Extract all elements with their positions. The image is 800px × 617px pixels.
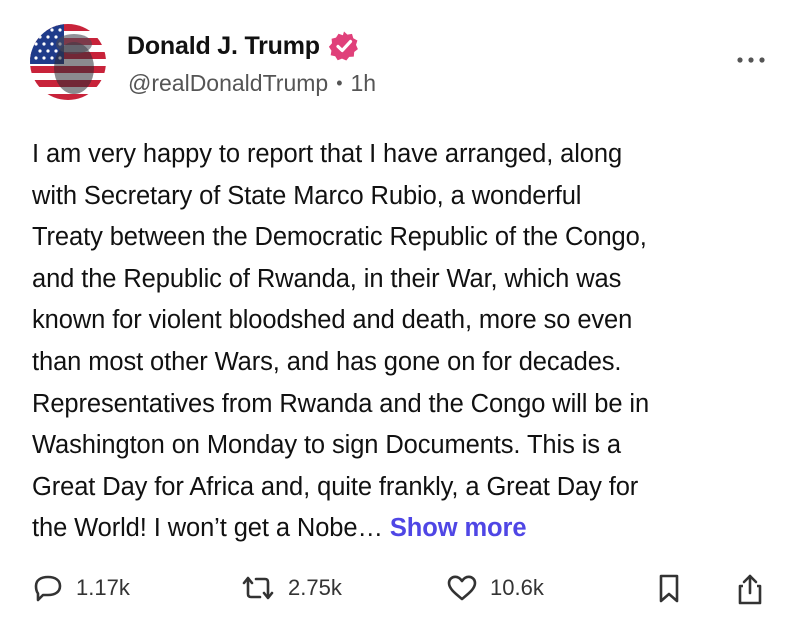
repost-icon: [242, 576, 274, 600]
post-body-line: and the Republic of Rwanda, in their War…: [32, 264, 622, 293]
author-handle-row: @realDonaldTrump • 1h: [128, 70, 376, 97]
separator-dot: •: [336, 73, 343, 93]
avatar-image: [30, 24, 106, 100]
reply-button[interactable]: 1.17k: [32, 572, 130, 604]
author-name-row: Donald J. Trump: [127, 30, 360, 62]
post-body-last-line: the World! I won’t get a Nobe… Show more: [32, 508, 772, 550]
avatar[interactable]: [30, 24, 106, 100]
post-body-line: with Secretary of State Marco Rubio, a w…: [32, 181, 582, 210]
show-more-link[interactable]: Show more: [390, 514, 527, 542]
bookmark-button[interactable]: [655, 572, 683, 606]
more-options-icon: [737, 57, 765, 63]
like-icon: [447, 575, 477, 601]
post-body-line: than most other Wars, and has gone on fo…: [32, 347, 622, 376]
repost-button[interactable]: 2.75k: [240, 572, 342, 604]
reply-icon: [34, 575, 62, 602]
post-body-line: the World! I won’t get a Nobe…: [32, 514, 383, 543]
post-body-line: Washington on Monday to sign Documents. …: [32, 431, 621, 460]
post-body-line: Treaty between the Democratic Republic o…: [32, 223, 647, 252]
post-body-line: Representatives from Rwanda and the Cong…: [32, 389, 650, 418]
share-icon: [738, 574, 762, 605]
post-body-line: known for violent bloodshed and death, m…: [32, 306, 633, 335]
action-bar: 1.17k 2.75k 10.6k: [0, 572, 800, 612]
share-button[interactable]: [733, 572, 767, 608]
post-body: I am very happy to report that I have ar…: [32, 134, 772, 550]
repost-count: 2.75k: [288, 575, 342, 600]
reply-count: 1.17k: [76, 575, 130, 600]
like-count: 10.6k: [490, 575, 544, 600]
author-display-name[interactable]: Donald J. Trump: [127, 32, 320, 61]
like-button[interactable]: 10.6k: [446, 572, 544, 604]
more-options-button[interactable]: [736, 50, 766, 70]
verified-badge-icon: [328, 31, 358, 61]
post-body-line: I am very happy to report that I have ar…: [32, 140, 623, 168]
post-body-line: Great Day for Africa and, quite frankly,…: [32, 472, 639, 501]
author-handle[interactable]: @realDonaldTrump: [128, 70, 328, 97]
post-time: 1h: [350, 70, 377, 96]
bookmark-icon: [659, 574, 679, 603]
